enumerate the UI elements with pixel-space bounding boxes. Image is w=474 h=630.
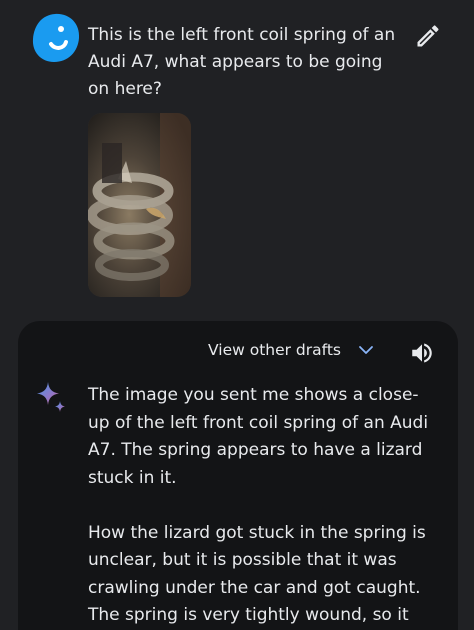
- pencil-icon[interactable]: [414, 22, 442, 50]
- user-avatar[interactable]: [31, 12, 81, 64]
- view-other-drafts-button[interactable]: View other drafts: [208, 338, 375, 362]
- drafts-label: View other drafts: [208, 341, 341, 359]
- prompt-text: This is the left front coil spring of an…: [88, 25, 396, 99]
- speaker-icon[interactable]: [409, 340, 435, 366]
- response-paragraph: The image you sent me shows a close-up o…: [88, 385, 429, 488]
- sparkle-icon: [35, 381, 67, 413]
- response-text: The image you sent me shows a close-up o…: [88, 382, 434, 630]
- chevron-down-icon: [357, 341, 375, 359]
- chat-screen: This is the left front coil spring of an…: [0, 0, 474, 630]
- attached-photo[interactable]: [88, 113, 191, 297]
- response-paragraph: How the lizard got stuck in the spring i…: [88, 522, 426, 626]
